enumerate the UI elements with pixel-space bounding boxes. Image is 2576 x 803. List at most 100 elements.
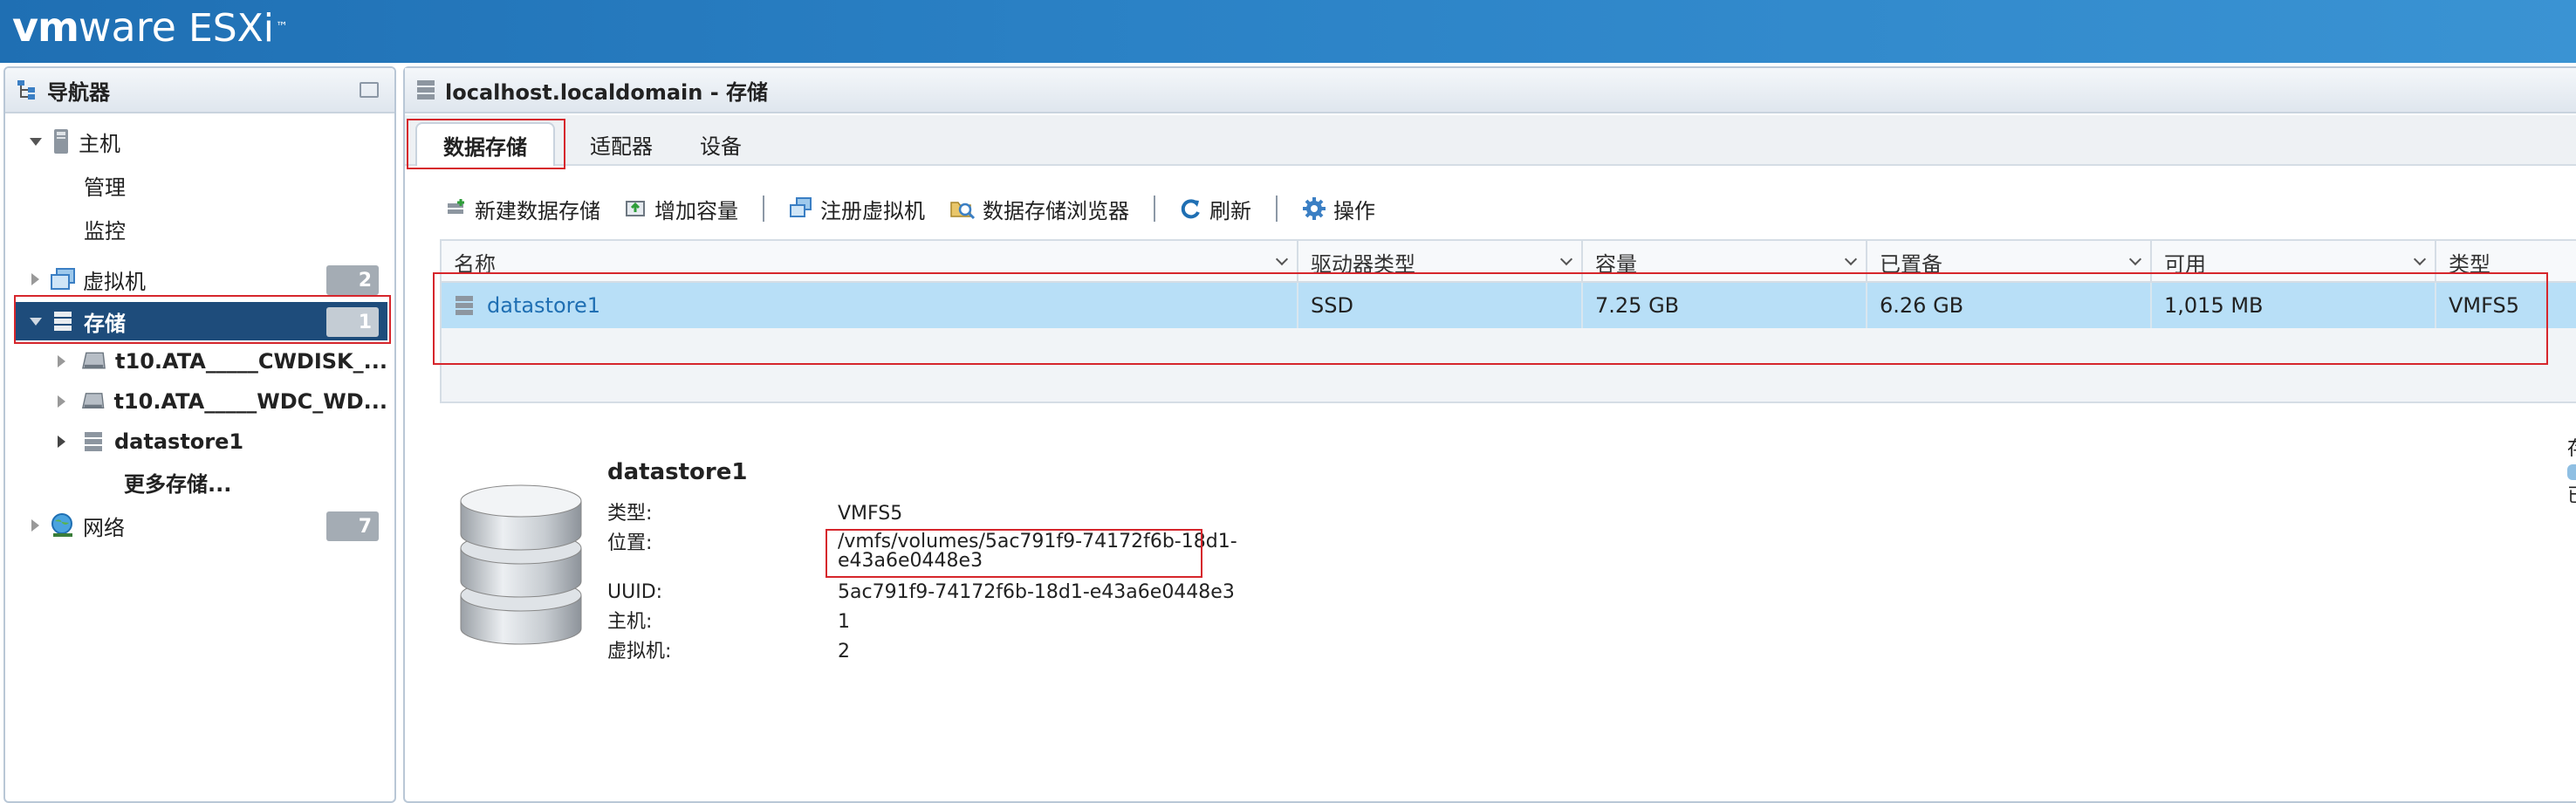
datastore-browser-label: 数据存储浏览器 (983, 198, 1129, 223)
gear-icon (1303, 197, 1326, 220)
disk-icon (81, 393, 105, 409)
detail-label-hosts: 主机: (607, 611, 653, 633)
cell-provisioned: 6.26 GB (1867, 283, 2152, 328)
column-type-label: 类型 (2449, 251, 2490, 277)
nav-item-disk-cwdisk[interactable]: t10.ATA_____CWDISK_... (14, 342, 387, 381)
detail-label-uuid: UUID: (607, 581, 663, 603)
host-icon (54, 129, 68, 154)
nav-item-datastore1[interactable]: datastore1 (14, 422, 387, 461)
column-header-provisioned[interactable]: 已置备 (1867, 241, 2152, 283)
nav-label-vms: 虚拟机 (83, 269, 146, 294)
chevron-down-icon[interactable] (1275, 252, 1289, 266)
column-header-name[interactable]: 名称 (442, 241, 1298, 283)
toolbar-separator (1276, 196, 1278, 222)
details-title: datastore1 (607, 459, 748, 485)
column-name-label: 名称 (454, 251, 496, 277)
nav-label-host: 主机 (79, 131, 120, 156)
detail-value-type: VMFS5 (838, 503, 903, 525)
nav-item-storage[interactable]: 存储 1 (14, 302, 387, 340)
nav-label-disk-wdc: t10.ATA_____WDC_WD... (113, 389, 387, 414)
column-provisioned-label: 已置备 (1880, 251, 1942, 277)
clipped-capacity-bar (2567, 464, 2576, 480)
location-line-1: /vmfs/volumes/5ac791f9-74172f6b-18d1- (838, 531, 1237, 552)
datastore-browser-icon (950, 202, 976, 220)
refresh-label: 刷新 (1209, 198, 1251, 223)
vm-count-badge: 2 (326, 265, 379, 295)
nav-item-network[interactable]: 网络 7 (14, 506, 387, 545)
tab-adapters[interactable]: 适配器 (569, 122, 674, 166)
navigator-panel: 导航器 主机 管理 监控 虚拟机 2 存储 1 t10.ATA_____CWDI… (3, 66, 396, 803)
top-bar: vmware ESXi ™ (0, 0, 2576, 63)
expand-right-icon[interactable] (31, 519, 39, 532)
actions-button[interactable]: 操作 (1302, 194, 1375, 224)
table-row[interactable]: datastore1 SSD 7.25 GB 6.26 GB 1,015 MB … (442, 283, 2576, 328)
expand-right-icon[interactable] (58, 395, 65, 408)
refresh-icon (1181, 199, 1200, 219)
toolbar-separator (1154, 196, 1155, 222)
tab-devices[interactable]: 设备 (677, 122, 764, 166)
nav-item-manage[interactable]: 管理 (14, 166, 387, 204)
increase-capacity-label: 增加容量 (654, 198, 738, 223)
chevron-down-icon[interactable] (1559, 252, 1573, 266)
detail-label-type: 类型: (607, 503, 653, 525)
storage-icon (417, 80, 435, 100)
new-datastore-button[interactable]: 新建数据存储 (445, 194, 600, 224)
nav-label-monitor: 监控 (84, 218, 126, 244)
detail-value-hosts: 1 (838, 611, 850, 633)
datastore-icon (85, 432, 102, 451)
page-title: localhost.localdomain - 存储 (445, 79, 769, 105)
nav-item-monitor[interactable]: 监控 (14, 209, 387, 248)
detail-value-location: /vmfs/volumes/5ac791f9-74172f6b-18d1- e4… (838, 532, 1237, 571)
expand-down-icon[interactable] (30, 137, 42, 146)
refresh-button[interactable]: 刷新 (1180, 194, 1251, 224)
cell-name[interactable]: datastore1 (442, 283, 1298, 328)
vmware-esxi-logo: vmware ESXi ™ (12, 5, 288, 51)
navigator-icon (17, 80, 35, 100)
detail-value-vms: 2 (838, 641, 850, 662)
logo-product: ESXi (188, 6, 275, 51)
detail-label-location: 位置: (607, 532, 653, 554)
table-header: 名称 驱动器类型 容量 已置备 可用 类型 (442, 241, 2576, 283)
nav-item-more-storage[interactable]: 更多存储... (14, 463, 387, 501)
column-capacity-label: 容量 (1595, 251, 1637, 277)
expand-right-icon[interactable] (58, 436, 65, 448)
nav-item-vms[interactable]: 虚拟机 2 (14, 260, 387, 299)
nav-item-host[interactable]: 主机 (14, 122, 387, 161)
nav-label-datastore1: datastore1 (114, 429, 244, 454)
navigator-title: 导航器 (47, 79, 110, 105)
column-header-drive-type[interactable]: 驱动器类型 (1298, 241, 1583, 283)
expand-right-icon[interactable] (58, 355, 65, 367)
register-vm-label: 注册虚拟机 (820, 198, 925, 223)
datastore-browser-button[interactable]: 数据存储浏览器 (949, 194, 1129, 224)
chevron-down-icon[interactable] (2128, 252, 2142, 266)
nav-item-disk-wdc[interactable]: t10.ATA_____WDC_WD... (14, 382, 387, 421)
chevron-down-icon[interactable] (1844, 252, 1858, 266)
datastore-large-icon (460, 484, 582, 645)
column-free-label: 可用 (2164, 251, 2206, 277)
cell-free: 1,015 MB (2152, 283, 2436, 328)
vm-icon (51, 268, 75, 290)
main-panel: localhost.localdomain - 存储 数据存储 适配器 设备 新… (403, 66, 2576, 803)
column-header-type[interactable]: 类型 (2436, 241, 2576, 283)
cell-capacity: 7.25 GB (1583, 283, 1867, 328)
increase-capacity-icon (626, 201, 645, 216)
cell-name-text[interactable]: datastore1 (487, 293, 600, 318)
detail-label-vms: 虚拟机: (607, 641, 672, 662)
network-globe-icon (51, 513, 72, 537)
disk-icon (82, 352, 106, 369)
nav-label-disk-cwdisk: t10.ATA_____CWDISK_... (115, 349, 387, 374)
chevron-down-icon[interactable] (2413, 252, 2427, 266)
collapse-panel-icon[interactable] (360, 82, 379, 98)
collapse-down-icon[interactable] (30, 317, 42, 326)
detail-value-uuid: 5ac791f9-74172f6b-18d1-e43a6e0448e3 (838, 581, 1235, 603)
logo-vm: vm (12, 3, 79, 51)
increase-capacity-button[interactable]: 增加容量 (625, 194, 738, 224)
expand-right-icon[interactable] (31, 273, 39, 285)
column-header-free[interactable]: 可用 (2152, 241, 2436, 283)
register-vm-button[interactable]: 注册虚拟机 (789, 194, 925, 224)
network-count-badge: 7 (326, 511, 379, 541)
tab-datastores[interactable]: 数据存储 (415, 122, 555, 166)
new-datastore-label: 新建数据存储 (475, 198, 600, 223)
column-header-capacity[interactable]: 容量 (1583, 241, 1867, 283)
navigator-header: 导航器 (5, 68, 394, 113)
